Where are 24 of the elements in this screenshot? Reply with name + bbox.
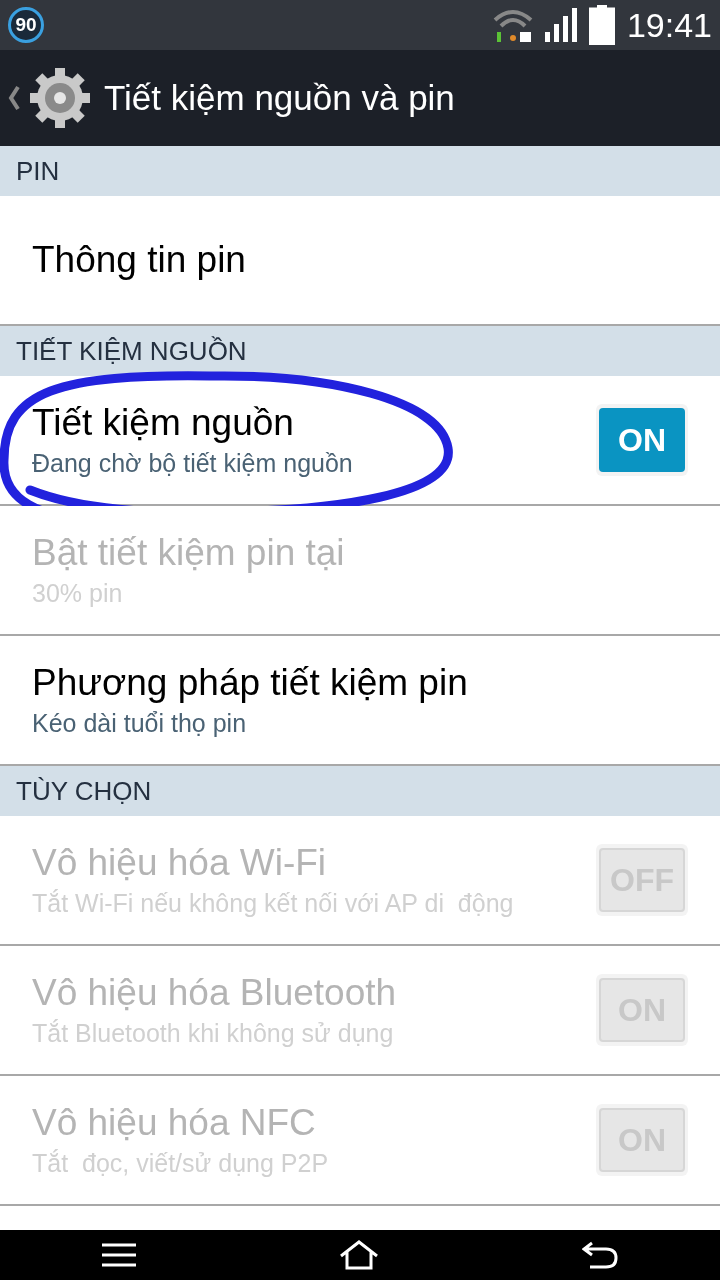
item-title: Tiết kiệm nguồn [32,401,295,445]
item-title: Thông tin pin [32,238,247,282]
section-header: TÙY CHỌN [0,766,720,816]
item-subtitle: Đang chờ bộ tiết kiệm nguồn [32,448,354,479]
item-subtitle: Kéo dài tuổi thọ pin [32,708,248,739]
section-header: TIẾT KIỆM NGUỒN [0,326,720,376]
signal-icon [544,8,577,42]
back-icon[interactable] [582,1241,619,1269]
item-title: Vô hiệu hóa Wi-Fi [32,841,328,885]
battery-percent-badge: 90 [8,7,44,43]
clock: 19:41 [626,4,712,46]
toggle-switch[interactable]: ON [599,408,685,472]
item-title: Phương pháp tiết kiệm pin [32,661,469,705]
item-title: Vô hiệu hóa Bluetooth [32,971,398,1015]
wifi-icon [492,8,533,42]
screen-title: Tiết kiệm nguồn và pin [104,76,455,119]
gear-icon [28,66,92,130]
menu-icon[interactable] [101,1242,136,1268]
item-title: Bật tiết kiệm pin tại [32,531,346,575]
battery-icon [588,5,615,45]
item-title: Vô hiệu hóa NFC [32,1101,317,1145]
home-icon[interactable] [339,1240,379,1270]
back-chevron-icon[interactable] [8,85,20,111]
section-header: PIN [0,146,720,196]
